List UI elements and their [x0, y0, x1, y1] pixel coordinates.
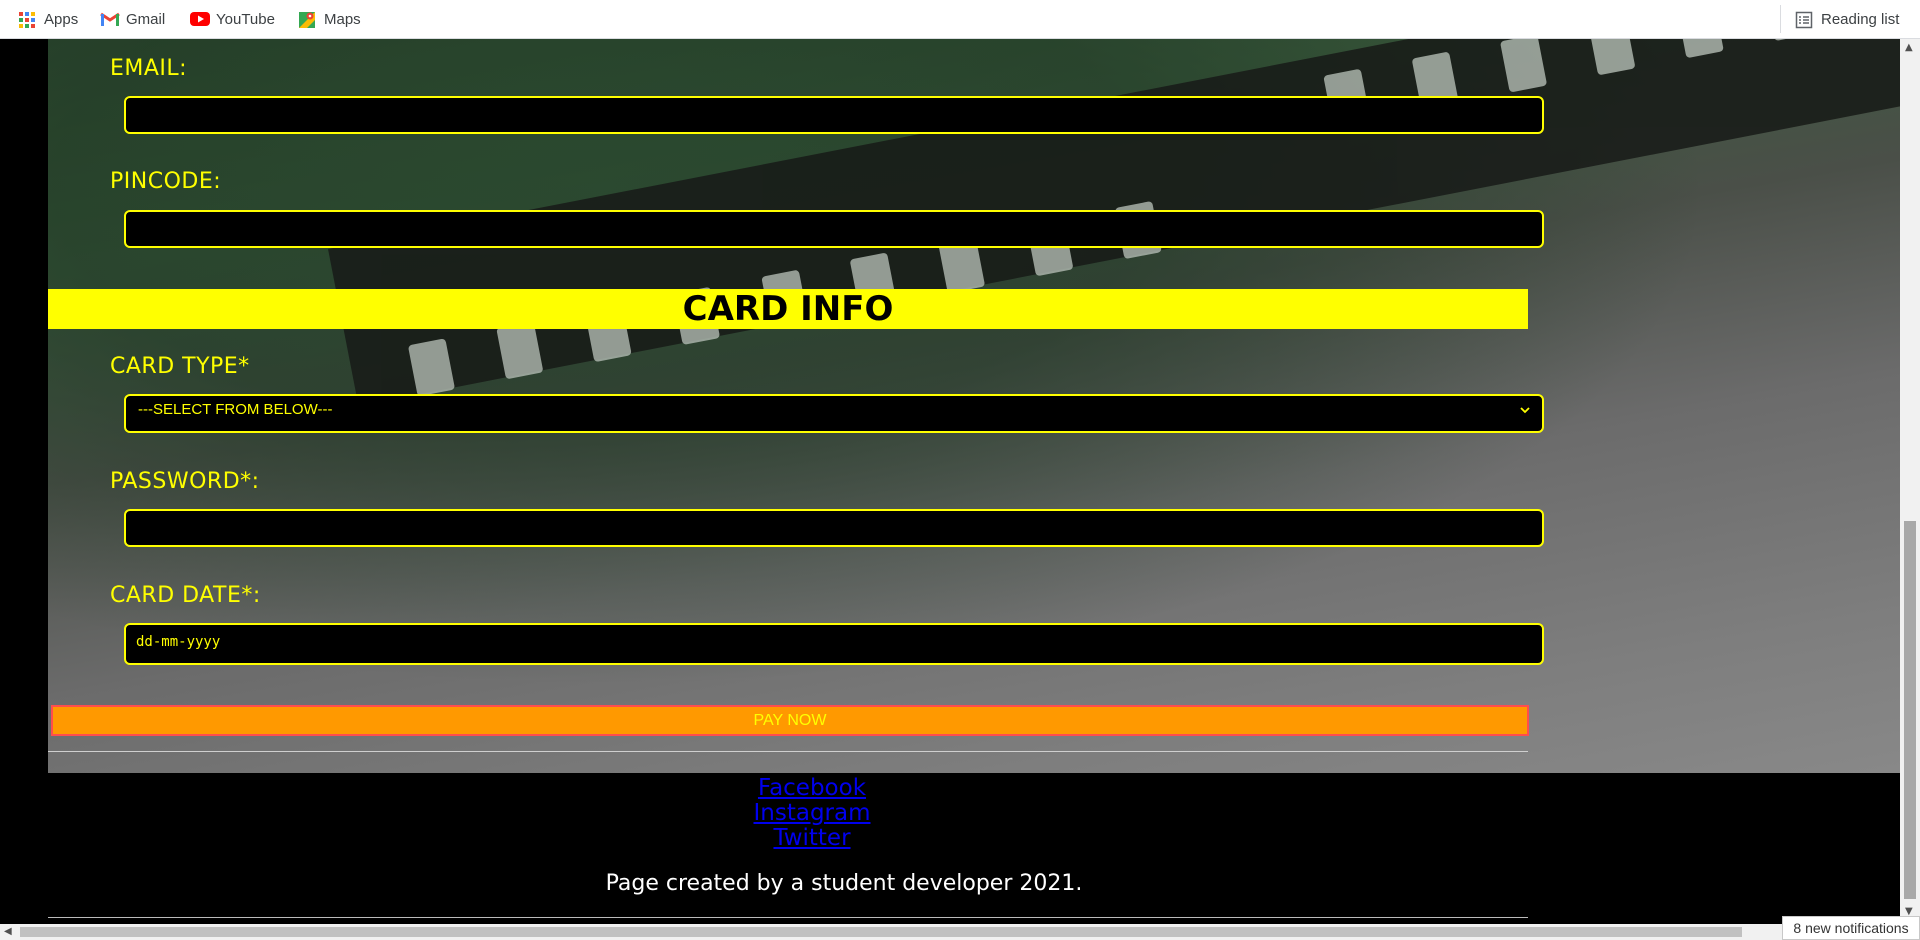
card-info-heading: CARD INFO [48, 289, 1528, 329]
card-date-field[interactable]: dd-mm-yyyy [124, 623, 1544, 665]
vertical-scrollbar[interactable]: ▲ ▼ [1900, 39, 1920, 924]
scroll-up-icon[interactable]: ▲ [1905, 42, 1913, 53]
pincode-field[interactable] [124, 210, 1544, 248]
chevron-down-icon [1518, 402, 1532, 421]
bookmark-gmail[interactable]: Gmail [100, 0, 165, 39]
facebook-link[interactable]: Facebook [0, 776, 1624, 801]
divider [48, 751, 1528, 752]
bookmarks-bar: Apps Gmail YouTube Maps Reading list [0, 0, 1920, 39]
card-type-selected-value: ---SELECT FROM BELOW--- [138, 401, 333, 418]
reading-list-label: Reading list [1821, 11, 1900, 28]
twitter-link[interactable]: Twitter [0, 826, 1624, 851]
bookmark-label: Gmail [126, 11, 166, 28]
bookmark-youtube[interactable]: YouTube [190, 0, 275, 39]
gmail-icon [100, 11, 120, 29]
divider [48, 917, 1528, 918]
reading-list-icon [1795, 11, 1813, 29]
horizontal-scroll-thumb[interactable] [20, 927, 1742, 937]
card-type-label: CARD TYPE* [110, 354, 250, 379]
pay-now-button[interactable]: PAY NOW [51, 705, 1529, 736]
maps-icon [298, 11, 316, 29]
bookmark-label: Apps [44, 11, 79, 28]
password-field[interactable] [124, 509, 1544, 547]
footer-links: Facebook Instagram Twitter [0, 776, 1624, 851]
bookmark-label: Maps [324, 11, 361, 28]
page-viewport: EMAIL: PINCODE: CARD INFO CARD TYPE* ---… [0, 39, 1900, 924]
horizontal-scrollbar[interactable]: ◀ [0, 924, 1782, 940]
password-label: PASSWORD*: [110, 469, 260, 494]
reading-list-button[interactable]: Reading list [1795, 0, 1899, 39]
card-date-placeholder: dd-mm-yyyy [136, 634, 221, 650]
email-label: EMAIL: [110, 56, 188, 81]
scroll-left-icon[interactable]: ◀ [4, 926, 12, 937]
card-date-label: CARD DATE*: [110, 583, 261, 608]
card-type-select[interactable]: ---SELECT FROM BELOW--- [124, 394, 1544, 433]
vertical-scroll-thumb[interactable] [1904, 521, 1916, 899]
apps-grid-icon [18, 11, 36, 29]
bookmark-maps[interactable]: Maps [298, 0, 361, 39]
email-field[interactable] [124, 96, 1544, 134]
instagram-link[interactable]: Instagram [0, 801, 1624, 826]
bookmark-label: YouTube [216, 11, 275, 28]
footer-credit: Page created by a student developer 2021… [605, 871, 1083, 896]
bookmark-apps[interactable]: Apps [18, 0, 78, 39]
notifications-badge[interactable]: 8 new notifications [1782, 916, 1920, 940]
divider [1780, 5, 1781, 33]
pincode-label: PINCODE: [110, 169, 222, 194]
youtube-icon [190, 11, 210, 29]
